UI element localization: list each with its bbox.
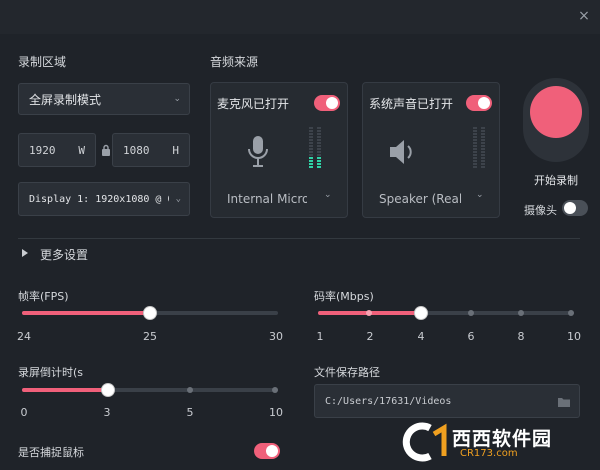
microphone-title: 麦克风已打开: [217, 97, 290, 111]
bitrate-slider-dot: [366, 310, 372, 316]
chevron-down-icon[interactable]: ⌄: [476, 190, 484, 200]
countdown-slider[interactable]: [22, 383, 278, 397]
record-mode-dropdown[interactable]: 全屏录制模式 ⌄: [18, 83, 190, 115]
countdown-tick: 0: [20, 406, 28, 419]
microphone-card: 麦克风已打开 Internal Microphone ⌄: [210, 82, 348, 218]
divider: [18, 238, 580, 239]
watermark: 西西软件园 CR173.com: [400, 420, 590, 464]
countdown-slider-dot: [187, 387, 193, 393]
chevron-down-icon[interactable]: ⌄: [324, 190, 332, 200]
chevron-down-icon: ⌄: [175, 194, 181, 204]
camera-toggle[interactable]: [562, 200, 588, 216]
bitrate-slider-dot: [468, 310, 474, 316]
start-record-button[interactable]: [530, 86, 582, 138]
countdown-tick: 3: [103, 406, 111, 419]
watermark-title: 西西软件园: [452, 428, 553, 450]
microphone-level-meter-left: [309, 127, 313, 169]
countdown-slider-fill: [22, 388, 108, 392]
fps-slider[interactable]: [22, 306, 278, 320]
microphone-icon: [248, 136, 268, 167]
height-input[interactable]: 1080 H: [112, 133, 190, 167]
fps-tick: 30: [269, 330, 283, 343]
record-area-label: 录制区域: [18, 55, 67, 69]
countdown-slider-thumb[interactable]: [101, 383, 115, 397]
width-value: 1920: [29, 143, 56, 157]
save-path-input[interactable]: C:/Users/17631/Videos: [314, 384, 580, 418]
system-audio-card: 系统声音已打开 Speaker (Realtek) ⌄: [362, 82, 500, 218]
height-unit: H: [172, 143, 179, 157]
display-value: Display 1: 1920x1080 @ 0,0: [29, 193, 169, 205]
folder-icon[interactable]: [557, 396, 571, 408]
capture-mouse-label: 是否捕捉鼠标: [18, 446, 84, 459]
microphone-level-meter-right: [317, 127, 321, 169]
start-record-label: 开始录制: [534, 174, 578, 187]
countdown-label: 录屏倒计时(s: [18, 366, 84, 379]
fps-label: 帧率(FPS): [18, 290, 69, 303]
expand-arrow-icon[interactable]: [22, 249, 28, 257]
title-bar: [0, 0, 600, 34]
chevron-down-icon: ⌄: [173, 94, 181, 104]
width-unit: W: [78, 143, 85, 157]
countdown-tick: 5: [186, 406, 194, 419]
more-settings-toggle[interactable]: 更多设置: [40, 246, 88, 263]
watermark-logo-icon: [402, 422, 447, 462]
system-level-meter-left: [473, 127, 477, 169]
camera-label: 摄像头: [524, 204, 557, 217]
bitrate-tick: 6: [467, 330, 475, 343]
speaker-icon: [390, 140, 412, 164]
bitrate-tick: 8: [517, 330, 525, 343]
microphone-toggle[interactable]: [314, 95, 340, 111]
bitrate-label: 码率(Mbps): [314, 290, 374, 303]
bitrate-tick: 2: [366, 330, 374, 343]
bitrate-slider-thumb[interactable]: [414, 306, 428, 320]
system-audio-title: 系统声音已打开: [369, 97, 454, 111]
bitrate-slider[interactable]: [318, 306, 574, 320]
system-audio-toggle[interactable]: [466, 95, 492, 111]
height-value: 1080: [123, 143, 150, 157]
countdown-slider-dot: [272, 387, 278, 393]
close-icon[interactable]: ×: [576, 8, 592, 24]
bitrate-tick: 10: [567, 330, 581, 343]
bitrate-tick: 1: [316, 330, 324, 343]
width-input[interactable]: 1920 W: [18, 133, 96, 167]
bitrate-slider-dot: [518, 310, 524, 316]
countdown-tick: 10: [269, 406, 283, 419]
save-path-label: 文件保存路径: [314, 366, 380, 379]
bitrate-slider-dot: [568, 310, 574, 316]
watermark-subtitle: CR173.com: [460, 448, 518, 459]
save-path-value: C:/Users/17631/Videos: [325, 395, 452, 407]
lock-icon[interactable]: [101, 144, 111, 156]
microphone-device-name: Internal Microphone: [227, 192, 307, 206]
bitrate-tick: 4: [417, 330, 425, 343]
display-dropdown[interactable]: Display 1: 1920x1080 @ 0,0 ⌄: [18, 182, 190, 216]
audio-source-label: 音频来源: [210, 55, 259, 69]
fps-slider-fill: [22, 311, 150, 315]
system-device-name: Speaker (Realtek): [379, 192, 461, 206]
fps-slider-thumb[interactable]: [143, 306, 157, 320]
fps-tick: 24: [17, 330, 31, 343]
record-mode-value: 全屏录制模式: [29, 92, 102, 107]
capture-mouse-toggle[interactable]: [254, 443, 280, 459]
fps-tick: 25: [143, 330, 157, 343]
system-level-meter-right: [481, 127, 485, 169]
